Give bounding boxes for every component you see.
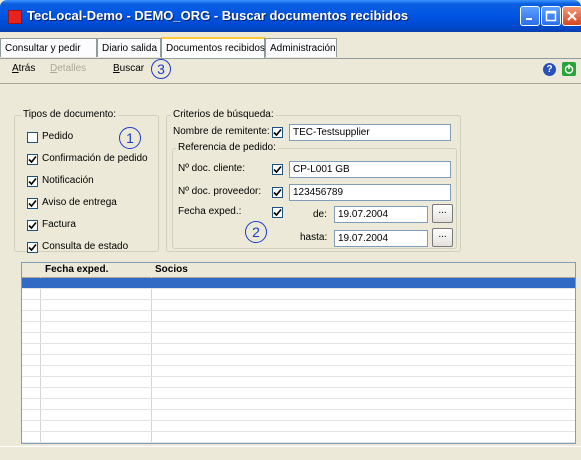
maximize-button[interactable] (541, 6, 561, 26)
table-row[interactable] (22, 421, 575, 432)
sender-name-input[interactable]: TEC-Testsupplier (289, 124, 451, 141)
supplier-doc-input[interactable]: 123456789 (289, 184, 451, 201)
annotation-2: 2 (245, 221, 267, 243)
label-confirmacion-de-pedido: Confirmación de pedido (42, 153, 148, 164)
check-icon (28, 155, 37, 164)
table-row[interactable] (22, 388, 575, 399)
table-row[interactable] (22, 410, 575, 421)
maximize-icon (545, 10, 557, 22)
help-icon[interactable]: ? (543, 63, 556, 76)
app-window: TecLocal-Demo - DEMO_ORG - Buscar docume… (0, 0, 581, 460)
sender-name-label: Nombre de remitente: (173, 126, 270, 137)
close-icon (567, 11, 577, 21)
table-row[interactable] (22, 300, 575, 311)
checkbox-sender-name[interactable] (272, 127, 283, 138)
minimize-icon (526, 18, 532, 20)
minimize-button[interactable] (520, 6, 540, 26)
details-button[interactable]: Detalles (50, 63, 86, 74)
tab-consultar-y-pedir[interactable]: Consultar y pedir (0, 38, 97, 57)
label-pedido: Pedido (42, 131, 74, 142)
check-icon (28, 221, 37, 230)
annotation-3: 3 (151, 59, 171, 79)
order-reference-title: Referencia de pedido: (176, 142, 278, 153)
checkbox-factura[interactable] (27, 220, 38, 231)
checkbox-consulta-de-estado[interactable] (27, 242, 38, 253)
power-icon[interactable] (562, 62, 576, 76)
label-notificacion: Notificación (42, 175, 94, 186)
table-row[interactable] (22, 344, 575, 355)
column-header-socios[interactable]: Socios (155, 264, 188, 275)
check-icon (273, 165, 282, 174)
toolbar: Atrás Detalles Buscar (0, 59, 581, 81)
table-row[interactable] (22, 377, 575, 388)
label-factura: Factura (42, 219, 76, 230)
checkbox-pedido[interactable] (27, 132, 38, 143)
toolbar-separator (0, 83, 581, 84)
table-row[interactable] (22, 399, 575, 410)
search-button[interactable]: Buscar (113, 63, 144, 74)
check-icon (273, 208, 282, 217)
tab-documentos-recibidos[interactable]: Documentos recibidos (161, 37, 265, 58)
checkbox-confirmacion-de-pedido[interactable] (27, 154, 38, 165)
search-criteria-title: Criterios de búsqueda: (171, 109, 276, 120)
check-icon (28, 199, 37, 208)
checkbox-ship-date[interactable] (272, 207, 283, 218)
checkbox-customer-doc[interactable] (272, 164, 283, 175)
check-icon (273, 128, 282, 137)
date-to-input[interactable]: 19.07.2004 (334, 230, 428, 247)
close-button[interactable] (562, 6, 581, 26)
status-bar (0, 446, 581, 460)
table-row[interactable] (22, 311, 575, 322)
date-to-label: hasta: (300, 232, 328, 243)
checkbox-supplier-doc[interactable] (272, 187, 283, 198)
check-icon (273, 188, 282, 197)
table-row[interactable] (22, 322, 575, 333)
tab-strip: Consultar y pedir Diario salida Document… (0, 37, 581, 59)
customer-doc-label: Nº doc. cliente: (178, 163, 246, 174)
check-icon (28, 177, 37, 186)
title-bar[interactable]: TecLocal-Demo - DEMO_ORG - Buscar docume… (0, 0, 581, 32)
column-header-fecha-exped[interactable]: Fecha exped. (45, 264, 108, 275)
ship-date-label: Fecha exped.: (178, 206, 242, 217)
date-to-picker-button[interactable]: ... (432, 228, 453, 247)
customer-doc-input[interactable]: CP-L001 GB (289, 161, 451, 178)
tab-diario-salida[interactable]: Diario salida (97, 38, 161, 57)
table-row[interactable] (22, 432, 575, 443)
date-from-label: de: (313, 209, 327, 220)
date-from-picker-button[interactable]: ... (432, 204, 453, 223)
table-row[interactable] (22, 333, 575, 344)
checkbox-aviso-de-entrega[interactable] (27, 198, 38, 209)
app-logo-icon (8, 10, 22, 24)
document-types-title: Tipos de documento: (21, 109, 119, 120)
annotation-1: 1 (119, 127, 141, 149)
window-title: TecLocal-Demo - DEMO_ORG - Buscar docume… (27, 8, 409, 23)
table-header: Fecha exped. Socios (22, 263, 575, 278)
back-button[interactable]: Atrás (12, 63, 35, 74)
tab-administracion[interactable]: Administración (265, 38, 337, 57)
table-row-selected[interactable] (22, 278, 575, 289)
supplier-doc-label: Nº doc. proveedor: (178, 186, 262, 197)
results-table[interactable]: Fecha exped. Socios (21, 262, 576, 444)
label-consulta-de-estado: Consulta de estado (42, 241, 129, 252)
table-row[interactable] (22, 366, 575, 377)
date-from-input[interactable]: 19.07.2004 (334, 206, 428, 223)
check-icon (28, 243, 37, 252)
table-row[interactable] (22, 289, 575, 300)
table-row[interactable] (22, 355, 575, 366)
checkbox-notificacion[interactable] (27, 176, 38, 187)
label-aviso-de-entrega: Aviso de entrega (42, 197, 117, 208)
